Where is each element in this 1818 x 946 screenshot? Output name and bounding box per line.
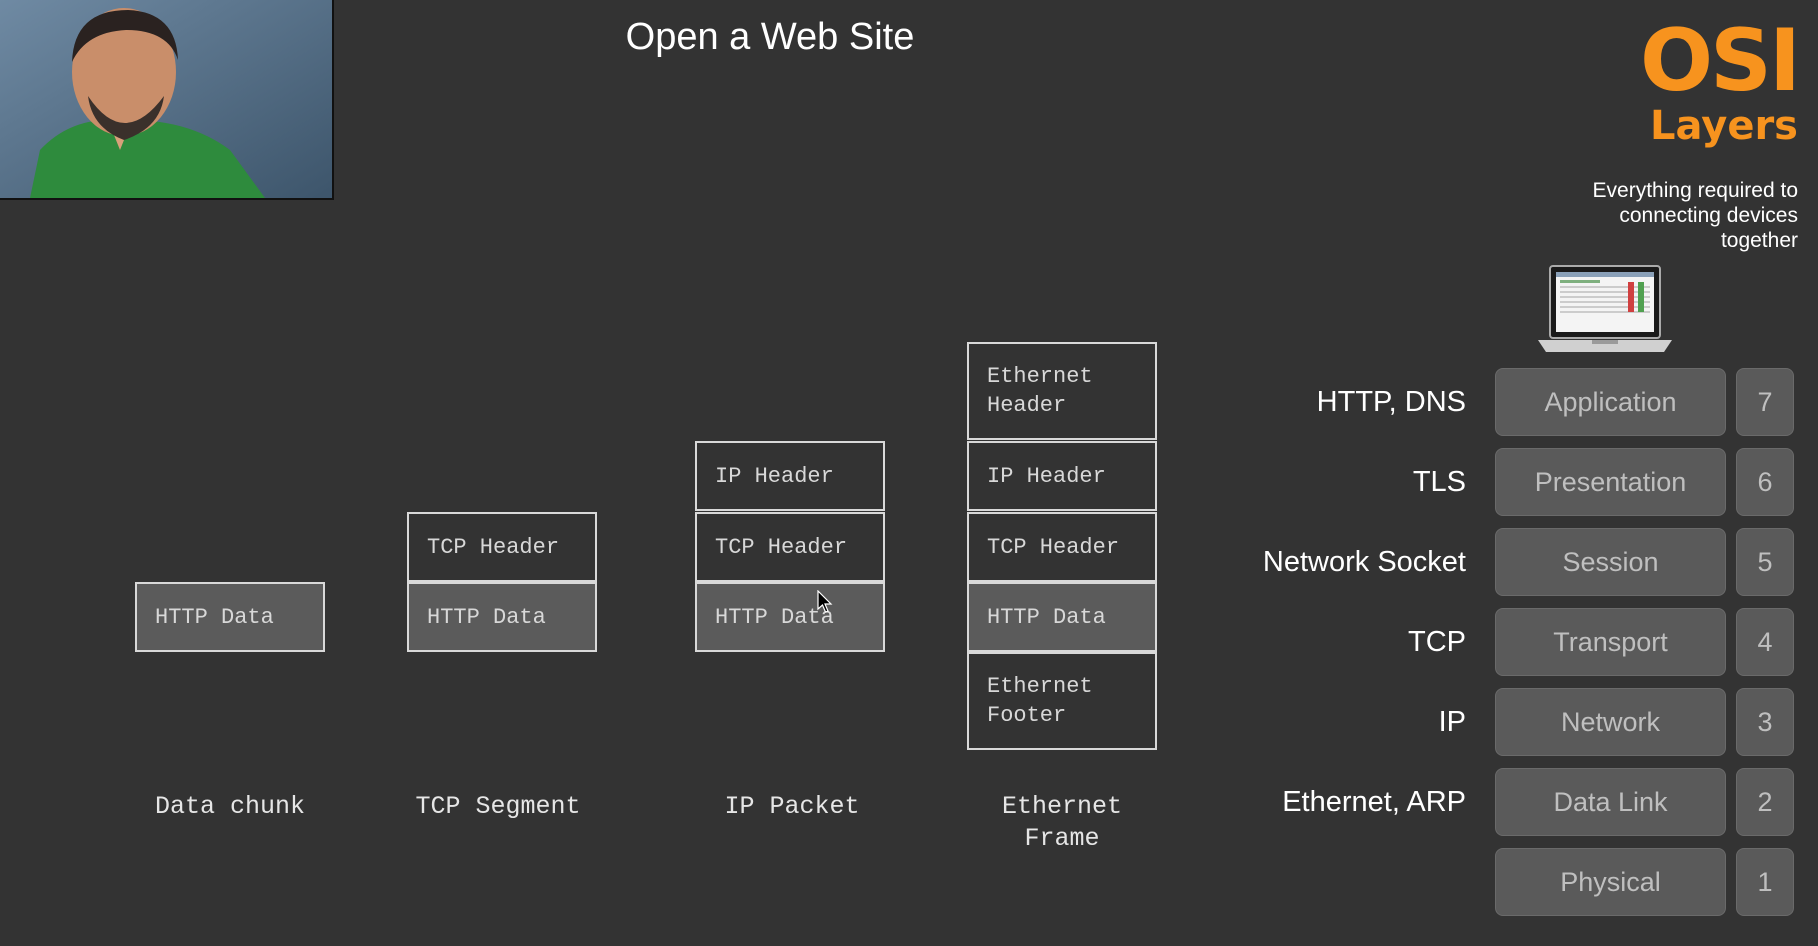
ethernet-frame-ethernet-footer-block: Ethernet Footer: [967, 652, 1157, 750]
osi-description: Everything required to connecting device…: [1592, 179, 1798, 252]
tcp-segment-label: TCP Segment: [415, 792, 581, 821]
ethernet-frame-ip-header-block: IP Header: [967, 441, 1157, 511]
layer-4-protocols: TCP: [1408, 626, 1466, 658]
osi-title: OSI: [1639, 11, 1801, 111]
data-chunk-label: Data chunk: [154, 792, 306, 821]
ip-packet-ip-header-block: IP Header: [695, 441, 885, 511]
presenter-video-image: [0, 0, 332, 198]
layer-application: Application: [1495, 368, 1726, 436]
layer-6-number: 6: [1736, 448, 1794, 516]
ethernet-frame-ethernet-header-block: Ethernet Header: [967, 342, 1157, 440]
layer-2-protocols: Ethernet, ARP: [1282, 786, 1466, 818]
ethernet-frame-tcp-header-block: TCP Header: [967, 512, 1157, 582]
layer-network: Network: [1495, 688, 1726, 756]
layer-7-protocols: HTTP, DNS: [1316, 386, 1466, 418]
layer-5-protocols: Network Socket: [1262, 546, 1466, 578]
ip-packet-label: IP Packet: [724, 792, 860, 821]
layer-data-link: Data Link: [1495, 768, 1726, 836]
layer-1-number: 1: [1736, 848, 1794, 916]
tcp-segment-http-data-block: HTTP Data: [407, 582, 597, 652]
tcp-segment-tcp-header-block: TCP Header: [407, 512, 597, 582]
layer-7-number: 7: [1736, 368, 1794, 436]
laptop-icon: [1538, 265, 1672, 352]
layer-2-number: 2: [1736, 768, 1794, 836]
layer-6-protocols: TLS: [1412, 466, 1466, 498]
layer-session: Session: [1495, 528, 1726, 596]
ethernet-frame-label: Ethernet Frame: [1001, 792, 1123, 853]
ip-packet-http-data-block: HTTP Data: [695, 582, 885, 652]
layer-presentation: Presentation: [1495, 448, 1726, 516]
data-chunk-http-data-block: HTTP Data: [135, 582, 325, 652]
presenter-webcam: [0, 0, 334, 200]
ethernet-frame-http-data-block: HTTP Data: [967, 582, 1157, 652]
osi-subtitle: Layers: [1650, 103, 1798, 149]
layer-3-protocols: IP: [1438, 706, 1466, 738]
layer-physical: Physical: [1495, 848, 1726, 916]
layer-5-number: 5: [1736, 528, 1794, 596]
layer-3-number: 3: [1736, 688, 1794, 756]
ip-packet-tcp-header-block: TCP Header: [695, 512, 885, 582]
mouse-cursor-icon: [817, 590, 833, 613]
layer-4-number: 4: [1736, 608, 1794, 676]
layer-transport: Transport: [1495, 608, 1726, 676]
slide-title: Open a Web Site: [625, 16, 915, 58]
